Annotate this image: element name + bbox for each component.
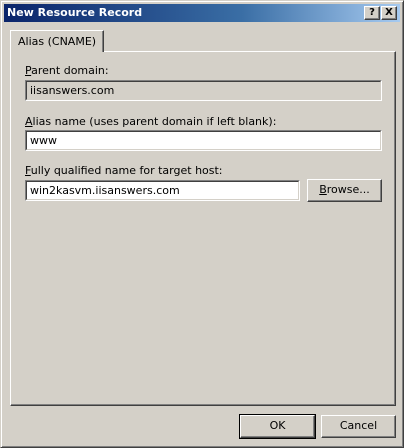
close-button[interactable]: X [381,6,397,20]
help-icon: ? [369,7,375,18]
alias-name-input[interactable]: www [25,130,382,151]
close-icon: X [385,7,393,18]
window-title: New Resource Record [7,6,143,19]
browse-button[interactable]: Browse... [307,179,382,202]
parent-domain-label: Parent domain: [25,64,109,77]
ok-button[interactable]: OK [239,414,316,439]
tab-panel [10,51,396,406]
tab-alias-cname[interactable]: Alias (CNAME) [10,30,104,52]
tab-label: Alias (CNAME) [18,35,97,48]
help-button[interactable]: ? [364,6,380,20]
cancel-button[interactable]: Cancel [321,415,396,438]
title-bar: New Resource Record ? X [4,4,400,22]
fqdn-input[interactable]: win2kasvm.iisanswers.com [25,180,300,201]
parent-domain-field: iisanswers.com [25,80,382,101]
alias-name-label: Alias name (uses parent domain if left b… [25,115,277,128]
new-resource-record-dialog: New Resource Record ? X Alias (CNAME) Pa… [0,0,404,448]
alias-name-value: www [26,131,381,150]
parent-domain-value: iisanswers.com [26,81,381,100]
fqdn-value: win2kasvm.iisanswers.com [26,181,299,200]
fqdn-label: Fully qualified name for target host: [25,164,223,177]
